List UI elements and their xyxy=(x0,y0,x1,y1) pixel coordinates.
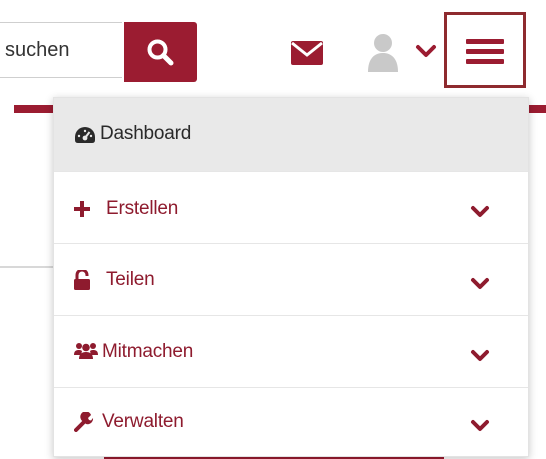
main-menu-dropdown: Dashboard Erstellen Teilen Mitmachen Ver… xyxy=(53,97,529,457)
menu-item-verwalten[interactable]: Verwalten xyxy=(54,388,528,456)
menu-toggle-button[interactable] xyxy=(444,12,526,88)
menu-item-label: Erstellen xyxy=(106,198,179,219)
plus-icon xyxy=(74,201,90,217)
hamburger-icon xyxy=(466,39,504,64)
menu-item-dashboard[interactable]: Dashboard xyxy=(54,98,528,172)
background-divider xyxy=(0,266,54,268)
page: Dashboard Erstellen Teilen xyxy=(0,0,546,459)
users-icon xyxy=(74,343,98,359)
chevron-down-icon[interactable] xyxy=(470,202,490,222)
menu-item-teilen[interactable]: Teilen xyxy=(54,244,528,316)
search-icon xyxy=(147,39,174,66)
search-input[interactable] xyxy=(0,22,122,78)
unlock-icon xyxy=(74,270,90,290)
user-menu[interactable] xyxy=(365,28,441,74)
chevron-down-icon xyxy=(416,45,436,57)
menu-item-label: Dashboard xyxy=(100,123,192,144)
user-avatar-icon xyxy=(365,28,401,74)
search-button[interactable] xyxy=(124,22,197,82)
chevron-down-icon[interactable] xyxy=(470,274,490,294)
tachometer-icon xyxy=(75,127,95,143)
menu-item-label: Teilen xyxy=(106,269,155,290)
nav-accent-bar xyxy=(14,105,54,113)
chevron-down-icon[interactable] xyxy=(470,416,490,436)
menu-item-label: Verwalten xyxy=(102,411,184,432)
menu-item-erstellen[interactable]: Erstellen xyxy=(54,172,528,244)
wrench-icon xyxy=(74,412,94,432)
envelope-icon[interactable] xyxy=(291,41,323,65)
menu-item-label: Mitmachen xyxy=(102,341,194,362)
nav-accent-bar xyxy=(528,105,546,113)
chevron-down-icon[interactable] xyxy=(470,346,490,366)
menu-item-mitmachen[interactable]: Mitmachen xyxy=(54,316,528,388)
